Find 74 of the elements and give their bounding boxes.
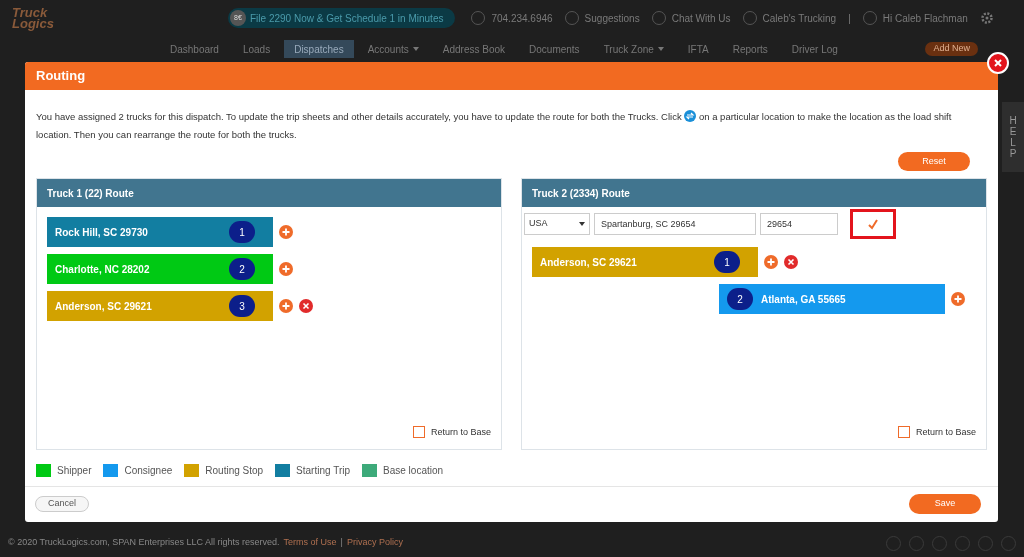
route-stop[interactable]: 2 Atlanta, GA 55665 xyxy=(719,284,945,314)
confirm-button[interactable] xyxy=(850,209,896,239)
remove-icon[interactable] xyxy=(299,299,313,313)
logo[interactable]: Truck Logics xyxy=(12,7,212,29)
close-button[interactable] xyxy=(987,52,1009,74)
remove-icon[interactable] xyxy=(784,255,798,269)
legend-label: Routing Stop xyxy=(205,464,264,478)
country-select[interactable]: USA xyxy=(524,213,590,235)
nav-tab[interactable]: Loads xyxy=(232,40,281,58)
checkbox-label: Return to Base xyxy=(915,425,976,439)
reset-button[interactable]: Reset xyxy=(898,152,970,171)
add-icon[interactable] xyxy=(951,292,965,306)
phone-number[interactable]: 704.234.6946 xyxy=(471,10,553,26)
zip-field[interactable]: 29654 xyxy=(760,213,838,235)
stop-label: Rock Hill, SC 29730 xyxy=(55,225,148,240)
route-stop[interactable]: Rock Hill, SC 29730 1 xyxy=(47,217,273,247)
checkbox-label: Return to Base xyxy=(430,425,491,439)
user-menu[interactable]: Hi Caleb Flachman xyxy=(862,10,968,26)
dialog-title: Routing xyxy=(25,62,998,90)
panel-title: Truck 2 (2334) Route xyxy=(522,179,986,207)
legend-label: Consignee xyxy=(124,464,173,478)
stop-label: Anderson, SC 29621 xyxy=(540,255,637,270)
instructions-text: You have assigned 2 trucks for this dispatch. To update the trip sheets and other details accurately, you have to update the route for both the Trucks. Click on a particular location to make the location as the load shift location. Then you can rearrange the route for both the trucks. xyxy=(36,109,953,142)
nav-tab[interactable]: Address Book xyxy=(432,40,516,58)
help-tab[interactable]: HELP xyxy=(1002,102,1024,172)
nav-tab[interactable]: Reports xyxy=(722,40,778,58)
route-stop[interactable]: Anderson, SC 29621 1 xyxy=(532,247,758,277)
stop-label: Anderson, SC 29621 xyxy=(55,299,152,314)
panel-title: Truck 1 (22) Route xyxy=(37,179,501,207)
add-icon[interactable] xyxy=(279,299,293,313)
save-button[interactable]: Save xyxy=(909,493,981,514)
legend-label: Starting Trip xyxy=(296,464,351,478)
return-checkbox[interactable] xyxy=(897,426,910,439)
add-icon[interactable] xyxy=(279,225,293,239)
footer-link[interactable]: Privacy Policy xyxy=(346,536,403,550)
cancel-button[interactable]: Cancel xyxy=(35,495,89,512)
caret-icon xyxy=(579,222,585,226)
header-link[interactable]: Suggestions xyxy=(564,10,640,26)
swap-icon[interactable] xyxy=(684,110,697,122)
nav-tab[interactable]: Driver Log xyxy=(781,40,848,58)
copyright-text: © 2020 TruckLogics.com, SPAN Enterprises LLC All rights reserved. xyxy=(8,536,280,550)
add-icon[interactable] xyxy=(279,262,293,276)
stop-number: 3 xyxy=(229,295,255,317)
city-field[interactable]: Spartanburg, SC 29654 xyxy=(594,213,756,235)
check-icon xyxy=(867,218,879,230)
route-stop[interactable]: Anderson, SC 29621 3 xyxy=(47,291,273,321)
footer-separator: | xyxy=(340,536,343,550)
stop-number: 1 xyxy=(229,221,255,243)
nav-tab[interactable]: IFTA xyxy=(677,40,719,58)
legend-label: Base location xyxy=(383,464,444,478)
settings-icon[interactable] xyxy=(979,11,994,25)
nav-tab[interactable]: Dashboard xyxy=(160,40,229,58)
nav-tab[interactable]: Dispatches xyxy=(284,40,354,58)
promo-text: File 2290 Now & Get Schedule 1 in Minutes xyxy=(250,11,444,26)
legend-label: Shipper xyxy=(57,464,92,478)
add-new-button[interactable]: Add New xyxy=(925,42,978,56)
add-icon[interactable] xyxy=(764,255,778,269)
stop-label: Atlanta, GA 55665 xyxy=(761,292,846,307)
stop-number: 2 xyxy=(229,258,255,280)
header-link[interactable]: Caleb's Trucking xyxy=(742,10,837,26)
nav-tab[interactable]: Accounts xyxy=(357,40,429,58)
nav-tab[interactable]: Truck Zone xyxy=(593,40,674,58)
footer-link[interactable]: Terms of Use xyxy=(283,536,337,550)
stop-number: 2 xyxy=(727,288,753,310)
stop-label: Charlotte, NC 28202 xyxy=(55,262,150,277)
header-link[interactable]: Chat With Us xyxy=(651,10,731,26)
close-icon xyxy=(993,58,1003,68)
nav-tab[interactable]: Documents xyxy=(519,40,590,58)
return-checkbox[interactable] xyxy=(412,426,425,439)
route-stop[interactable]: Charlotte, NC 28202 2 xyxy=(47,254,273,284)
caret-icon xyxy=(657,47,664,51)
caret-icon xyxy=(412,47,419,51)
stop-number: 1 xyxy=(714,251,740,273)
header-separator: | xyxy=(848,11,851,26)
